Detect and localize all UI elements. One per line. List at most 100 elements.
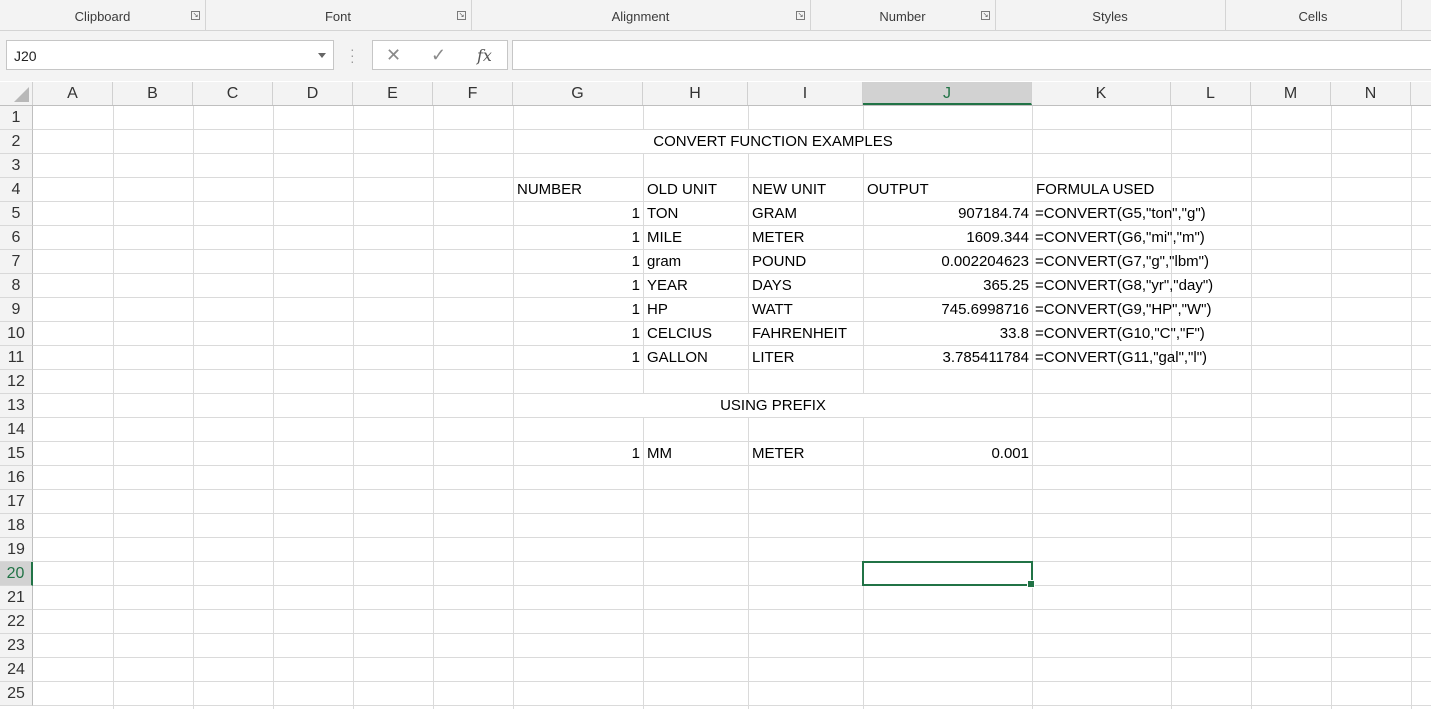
row-header-23[interactable]: 23: [0, 634, 33, 658]
insert-function-icon[interactable]: fx: [477, 46, 492, 65]
cell-old-unit[interactable]: MILE: [643, 226, 748, 250]
cell-old-unit[interactable]: HP: [643, 298, 748, 322]
cell-old-unit[interactable]: CELCIUS: [643, 322, 748, 346]
row-header-13[interactable]: 13: [0, 394, 33, 418]
ribbon-group-label: Cells: [1298, 9, 1328, 24]
column-header-n[interactable]: N: [1331, 82, 1411, 105]
cell-old-unit[interactable]: MM: [643, 442, 748, 466]
cell-new-unit[interactable]: METER: [748, 442, 863, 466]
chevron-down-icon[interactable]: [318, 53, 326, 58]
column-header-l[interactable]: L: [1171, 82, 1251, 105]
row-header-3[interactable]: 3: [0, 154, 33, 178]
more-options-icon[interactable]: · · ·: [350, 42, 355, 68]
dialog-launcher-icon[interactable]: ↘: [981, 11, 990, 20]
cell-new-unit[interactable]: GRAM: [748, 202, 863, 226]
row-header-7[interactable]: 7: [0, 250, 33, 274]
cell-output[interactable]: 1609.344: [863, 226, 1032, 250]
row-header-4[interactable]: 4: [0, 178, 33, 202]
select-all-button[interactable]: [0, 82, 33, 105]
column-header-f[interactable]: F: [433, 82, 513, 105]
cell-number[interactable]: 1: [513, 442, 643, 466]
cell-new-unit[interactable]: METER: [748, 226, 863, 250]
column-header-k[interactable]: K: [1032, 82, 1171, 105]
column-header-g[interactable]: G: [513, 82, 643, 105]
cell-formula[interactable]: =CONVERT(G9,"HP","W"): [1032, 298, 1252, 322]
column-header-e[interactable]: E: [353, 82, 433, 105]
cell-number[interactable]: 1: [513, 226, 643, 250]
column-header-h[interactable]: H: [643, 82, 748, 105]
cell-formula[interactable]: =CONVERT(G11,"gal","l"): [1032, 346, 1252, 370]
row-header-20[interactable]: 20: [0, 562, 33, 586]
cancel-icon[interactable]: ✕: [386, 45, 401, 66]
cell-new-unit[interactable]: DAYS: [748, 274, 863, 298]
cell-output[interactable]: 33.8: [863, 322, 1032, 346]
row-header-1[interactable]: 1: [0, 106, 33, 130]
cell-old-unit[interactable]: gram: [643, 250, 748, 274]
prefix-title[interactable]: USING PREFIX: [514, 394, 1032, 417]
cell-new-unit[interactable]: LITER: [748, 346, 863, 370]
formula-input[interactable]: [512, 40, 1431, 70]
cell-number[interactable]: 1: [513, 202, 643, 226]
row-header-6[interactable]: 6: [0, 226, 33, 250]
cell-number[interactable]: 1: [513, 322, 643, 346]
cell-old-unit[interactable]: YEAR: [643, 274, 748, 298]
row-header-16[interactable]: 16: [0, 466, 33, 490]
dialog-launcher-icon[interactable]: ↘: [457, 11, 466, 20]
row-header-9[interactable]: 9: [0, 298, 33, 322]
column-header-d[interactable]: D: [273, 82, 353, 105]
check-icon[interactable]: ✓: [431, 45, 446, 66]
row-header-18[interactable]: 18: [0, 514, 33, 538]
column-header-i[interactable]: I: [748, 82, 863, 105]
row-header-21[interactable]: 21: [0, 586, 33, 610]
header-formula[interactable]: FORMULA USED: [1032, 178, 1172, 202]
cell-formula[interactable]: =CONVERT(G10,"C","F"): [1032, 322, 1252, 346]
header-new-unit[interactable]: NEW UNIT: [748, 178, 863, 202]
column-header-m[interactable]: M: [1251, 82, 1331, 105]
cell-number[interactable]: 1: [513, 250, 643, 274]
row-header-19[interactable]: 19: [0, 538, 33, 562]
cell-number[interactable]: 1: [513, 298, 643, 322]
sheet-title[interactable]: CONVERT FUNCTION EXAMPLES: [514, 130, 1032, 153]
cell-formula[interactable]: =CONVERT(G5,"ton","g"): [1032, 202, 1252, 226]
cell-number[interactable]: 1: [513, 346, 643, 370]
row-header-17[interactable]: 17: [0, 490, 33, 514]
row-header-12[interactable]: 12: [0, 370, 33, 394]
header-output[interactable]: OUTPUT: [863, 178, 1032, 202]
column-header-j[interactable]: J: [863, 82, 1032, 105]
cell-output[interactable]: 3.785411784: [863, 346, 1032, 370]
cell-output[interactable]: 745.6998716: [863, 298, 1032, 322]
cell-new-unit[interactable]: WATT: [748, 298, 863, 322]
active-cell-selection[interactable]: [862, 561, 1035, 588]
cell-output[interactable]: 365.25: [863, 274, 1032, 298]
cell-output[interactable]: 907184.74: [863, 202, 1032, 226]
dialog-launcher-icon[interactable]: ↘: [796, 11, 805, 20]
row-header-10[interactable]: 10: [0, 322, 33, 346]
name-box[interactable]: J20: [6, 40, 334, 70]
header-old-unit[interactable]: OLD UNIT: [643, 178, 748, 202]
cell-output[interactable]: 0.001: [863, 442, 1032, 466]
row-header-2[interactable]: 2: [0, 130, 33, 154]
column-header-b[interactable]: B: [113, 82, 193, 105]
cell-number[interactable]: 1: [513, 274, 643, 298]
row-header-14[interactable]: 14: [0, 418, 33, 442]
cell-new-unit[interactable]: POUND: [748, 250, 863, 274]
cell-formula[interactable]: =CONVERT(G8,"yr","day"): [1032, 274, 1252, 298]
row-header-24[interactable]: 24: [0, 658, 33, 682]
row-header-11[interactable]: 11: [0, 346, 33, 370]
row-header-22[interactable]: 22: [0, 610, 33, 634]
header-number[interactable]: NUMBER: [513, 178, 643, 202]
cell-output[interactable]: 0.002204623: [863, 250, 1032, 274]
row-header-8[interactable]: 8: [0, 274, 33, 298]
row-header-15[interactable]: 15: [0, 442, 33, 466]
cell-old-unit[interactable]: TON: [643, 202, 748, 226]
column-header-a[interactable]: A: [33, 82, 113, 105]
row-header-25[interactable]: 25: [0, 682, 33, 706]
cell-formula[interactable]: =CONVERT(G6,"mi","m"): [1032, 226, 1252, 250]
fill-handle[interactable]: [1027, 580, 1035, 588]
column-header-c[interactable]: C: [193, 82, 273, 105]
row-header-5[interactable]: 5: [0, 202, 33, 226]
dialog-launcher-icon[interactable]: ↘: [191, 11, 200, 20]
cell-old-unit[interactable]: GALLON: [643, 346, 748, 370]
cell-formula[interactable]: =CONVERT(G7,"g","lbm"): [1032, 250, 1252, 274]
cell-new-unit[interactable]: FAHRENHEIT: [748, 322, 863, 346]
